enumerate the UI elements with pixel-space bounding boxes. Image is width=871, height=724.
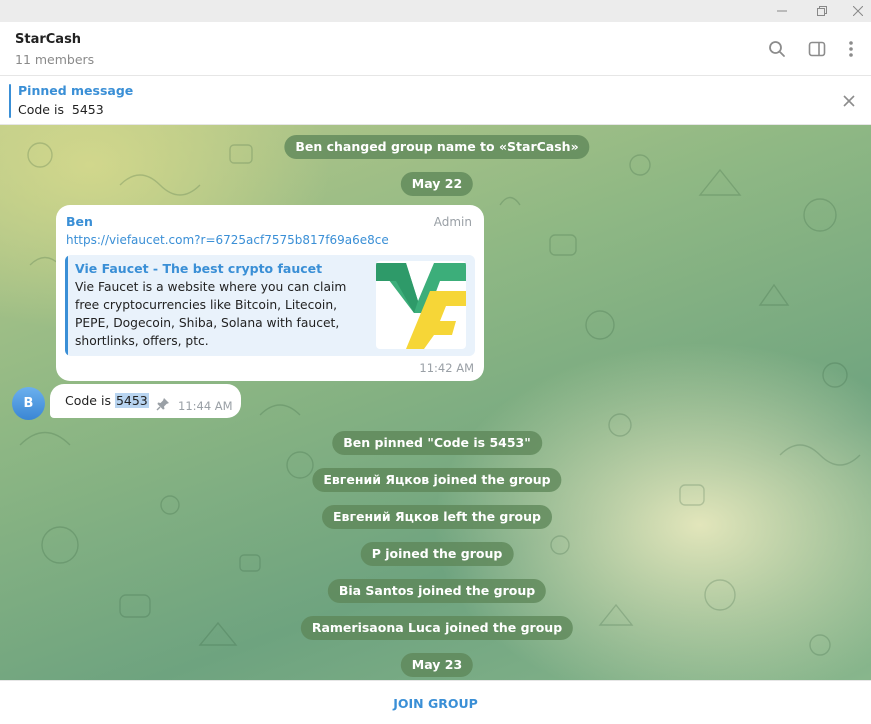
chat-area[interactable]: Ben changed group name to «StarCash» May… (0, 125, 871, 680)
service-message: Ben changed group name to «StarCash» (284, 135, 590, 159)
service-message: Ben pinned "Code is 5453" (332, 431, 542, 455)
service-message: Bia Santos joined the group (327, 579, 547, 603)
pinned-title: Pinned message (18, 83, 134, 98)
service-message: P joined the group (360, 542, 514, 566)
preview-title: Vie Faucet - The best crypto faucet (75, 261, 323, 276)
date-separator: May 23 (400, 653, 474, 677)
preview-description: Vie Faucet is a website where you can cl… (75, 280, 347, 348)
close-icon[interactable] (836, 0, 871, 22)
service-message: Евгений Яцков joined the group (312, 468, 562, 492)
close-pinned-icon[interactable] (839, 91, 859, 111)
window-titlebar (0, 0, 871, 22)
message-link[interactable]: https://viefaucet.com?r=6725acf7575b817f… (66, 233, 389, 247)
message-bubble[interactable]: Code is 5453 11:44 AM (50, 384, 241, 418)
message-text-prefix: Code is (65, 393, 115, 408)
message-text: Code is 5453 (65, 393, 149, 408)
minimize-icon[interactable] (760, 0, 804, 22)
preview-accent-bar (65, 255, 68, 356)
member-count: 11 members (15, 52, 95, 67)
pinned-accent-bar (9, 84, 11, 118)
link-preview[interactable]: Vie Faucet - The best crypto faucet Vie … (65, 255, 475, 356)
admin-badge: Admin (433, 215, 472, 229)
highlighted-code: 5453 (114, 393, 149, 408)
pinned-text: Code is 5453 (18, 102, 104, 117)
search-icon[interactable] (764, 36, 790, 62)
service-message: Евгений Яцков left the group (322, 505, 552, 529)
join-group-button[interactable]: JOIN GROUP (0, 681, 871, 724)
pin-icon (156, 396, 170, 411)
avatar[interactable]: B (12, 387, 45, 420)
message-time: 11:44 AM (178, 399, 233, 413)
chat-title[interactable]: StarCash (15, 32, 81, 47)
more-vertical-icon[interactable] (838, 36, 864, 62)
sender-name[interactable]: Ben (66, 214, 93, 229)
message-time: 11:42 AM (419, 361, 474, 375)
chat-header: StarCash 11 members (0, 22, 871, 76)
vie-faucet-logo-icon (376, 261, 466, 349)
sidebar-toggle-icon[interactable] (804, 36, 830, 62)
date-separator: May 22 (400, 172, 474, 196)
pinned-message-bar[interactable]: Pinned message Code is 5453 (0, 77, 871, 125)
message-bubble[interactable]: Ben Admin https://viefaucet.com?r=6725ac… (56, 205, 484, 381)
service-message: Ramerisaona Luca joined the group (300, 616, 574, 640)
chat-footer: JOIN GROUP (0, 680, 871, 724)
